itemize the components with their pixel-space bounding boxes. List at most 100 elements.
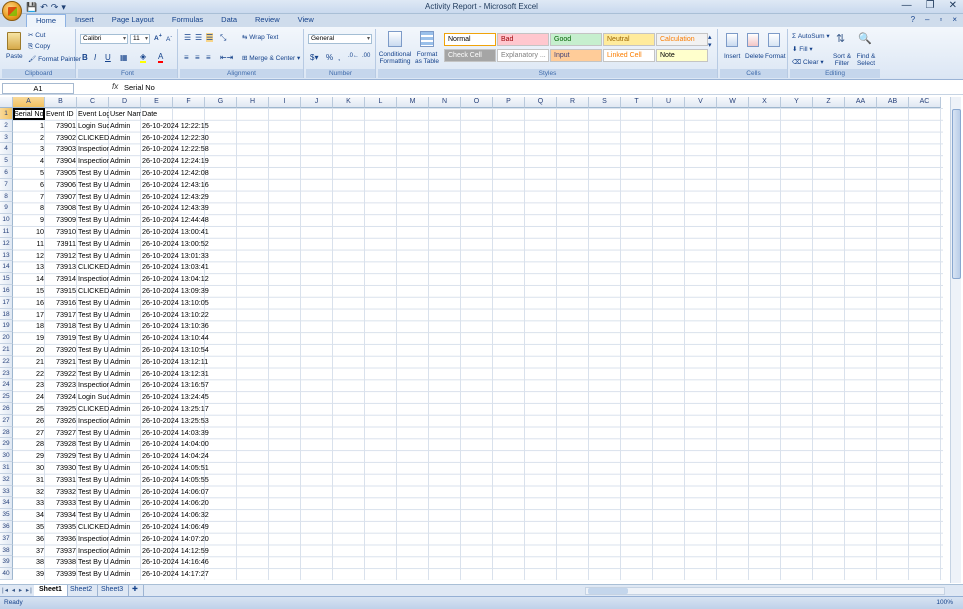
shrink-font-icon[interactable]: A- (166, 34, 172, 43)
percent-icon[interactable]: % (326, 53, 333, 62)
currency-icon[interactable]: $▾ (310, 53, 318, 62)
sort-filter-icon[interactable]: ⇅ (836, 32, 850, 46)
table-cell[interactable]: 29 (13, 450, 45, 462)
find-select-button[interactable]: Find & Select (853, 53, 879, 67)
table-cell[interactable]: Login Succ (77, 391, 109, 403)
table-cell[interactable]: 73938 (45, 556, 77, 568)
font-size-select[interactable]: 11 (130, 34, 150, 44)
row-header[interactable]: 21 (0, 344, 13, 356)
help-icon[interactable]: ? (911, 15, 915, 24)
table-cell[interactable]: CLICKED C (77, 132, 109, 144)
table-cell[interactable]: 73937 (45, 545, 77, 557)
table-cell[interactable]: 26-10-2024 13:01:33 (141, 250, 218, 262)
table-cell[interactable]: 1 (13, 120, 45, 132)
sheet-tab-sheet1[interactable]: Sheet1 (34, 585, 68, 596)
table-cell[interactable]: 26-10-2024 13:16:57 (141, 379, 218, 391)
table-cell[interactable]: 73911 (45, 238, 77, 250)
column-header[interactable]: V (685, 97, 717, 108)
fill-button[interactable]: ⬇ Fill ▾ (792, 45, 813, 53)
table-cell[interactable]: 36 (13, 533, 45, 545)
delete-cells-icon[interactable] (747, 33, 759, 47)
table-cell[interactable]: 73932 (45, 486, 77, 498)
table-cell[interactable]: Admin (109, 391, 141, 403)
table-cell[interactable]: 73939 (45, 568, 77, 580)
row-header[interactable]: 17 (0, 296, 13, 309)
table-cell[interactable]: 2 (13, 132, 45, 144)
table-cell[interactable]: 26-10-2024 13:09:39 (141, 285, 218, 297)
table-cell[interactable]: Admin (109, 521, 141, 533)
table-cell[interactable]: 12 (13, 250, 45, 262)
orientation-icon[interactable]: ⤡ (220, 33, 226, 43)
column-header[interactable]: Q (525, 97, 557, 108)
table-cell[interactable]: 15 (13, 285, 45, 297)
header-cell[interactable]: Event ID (45, 108, 77, 120)
row-header[interactable]: 4 (0, 143, 13, 156)
table-cell[interactable]: Test By Us (77, 309, 109, 321)
merge-center-button[interactable]: ⊞ Merge & Center ▾ (242, 54, 300, 62)
table-cell[interactable]: Admin (109, 143, 141, 155)
table-cell[interactable]: Test By Us (77, 191, 109, 203)
table-cell[interactable]: 73913 (45, 261, 77, 273)
table-cell[interactable]: 73908 (45, 202, 77, 214)
table-cell[interactable]: Test By Us (77, 474, 109, 486)
table-cell[interactable]: 26-10-2024 13:10:22 (141, 309, 218, 321)
style-input[interactable]: Input (550, 49, 602, 62)
row-header[interactable]: 31 (0, 462, 13, 474)
table-cell[interactable]: Test By Us (77, 368, 109, 380)
table-cell[interactable]: 73910 (45, 226, 77, 238)
table-cell[interactable]: 9 (13, 214, 45, 226)
table-cell[interactable]: Admin (109, 202, 141, 214)
column-header[interactable]: AB (877, 97, 909, 108)
table-cell[interactable]: Test By Us (77, 486, 109, 498)
table-cell[interactable]: Admin (109, 368, 141, 380)
table-cell[interactable]: Admin (109, 250, 141, 262)
table-cell[interactable]: Admin (109, 297, 141, 309)
bottom-align-icon[interactable]: ☰ (206, 33, 214, 42)
borders-icon[interactable]: ▦ (120, 53, 128, 62)
styles-more-icon[interactable]: ▴ ▾ (708, 33, 712, 49)
column-header[interactable]: D (109, 97, 141, 108)
column-header[interactable]: AC (909, 97, 941, 108)
table-cell[interactable]: 73907 (45, 191, 77, 203)
table-cell[interactable]: 26-10-2024 14:04:24 (141, 450, 218, 462)
table-cell[interactable]: 73924 (45, 391, 77, 403)
column-header[interactable]: I (269, 97, 301, 108)
row-header[interactable]: 33 (0, 485, 13, 498)
row-header[interactable]: 29 (0, 438, 13, 451)
workbook-close-icon[interactable]: × (952, 15, 957, 24)
row-header[interactable]: 37 (0, 532, 13, 545)
table-cell[interactable]: 22 (13, 368, 45, 380)
row-header[interactable]: 5 (0, 155, 13, 167)
table-cell[interactable]: 26-10-2024 12:43:29 (141, 191, 218, 203)
header-cell[interactable]: User Nam (109, 108, 141, 120)
table-cell[interactable]: Test By Us (77, 214, 109, 226)
table-cell[interactable]: Admin (109, 214, 141, 226)
row-header[interactable]: 25 (0, 391, 13, 403)
style-linked-cell[interactable]: Linked Cell (603, 49, 655, 62)
table-cell[interactable]: Admin (109, 415, 141, 427)
row-header[interactable]: 1 (0, 108, 13, 120)
table-cell[interactable]: 73920 (45, 344, 77, 356)
italic-icon[interactable]: I (94, 53, 96, 62)
table-cell[interactable]: 26-10-2024 12:43:16 (141, 179, 218, 191)
table-cell[interactable]: CLICKED C (77, 521, 109, 533)
header-cell[interactable]: Event Log (77, 108, 109, 120)
conditional-formatting-icon[interactable] (388, 31, 402, 47)
table-cell[interactable]: 73918 (45, 320, 77, 332)
row-header[interactable]: 24 (0, 379, 13, 392)
row-header[interactable]: 10 (0, 214, 13, 226)
table-cell[interactable]: Test By Us (77, 320, 109, 332)
table-cell[interactable]: Inspection (77, 415, 109, 427)
table-cell[interactable]: 16 (13, 297, 45, 309)
autosum-button[interactable]: Σ AutoSum ▾ (792, 32, 830, 40)
table-cell[interactable]: 26-10-2024 14:05:51 (141, 462, 218, 474)
insert-cells-icon[interactable] (726, 33, 738, 47)
table-cell[interactable]: 26-10-2024 13:10:44 (141, 332, 218, 344)
row-header[interactable]: 19 (0, 320, 13, 333)
table-cell[interactable]: 73928 (45, 438, 77, 450)
row-header[interactable]: 30 (0, 450, 13, 462)
number-format-select[interactable]: General (308, 34, 372, 44)
row-header[interactable]: 8 (0, 190, 13, 203)
row-header[interactable]: 6 (0, 167, 13, 179)
table-cell[interactable]: 73921 (45, 356, 77, 368)
